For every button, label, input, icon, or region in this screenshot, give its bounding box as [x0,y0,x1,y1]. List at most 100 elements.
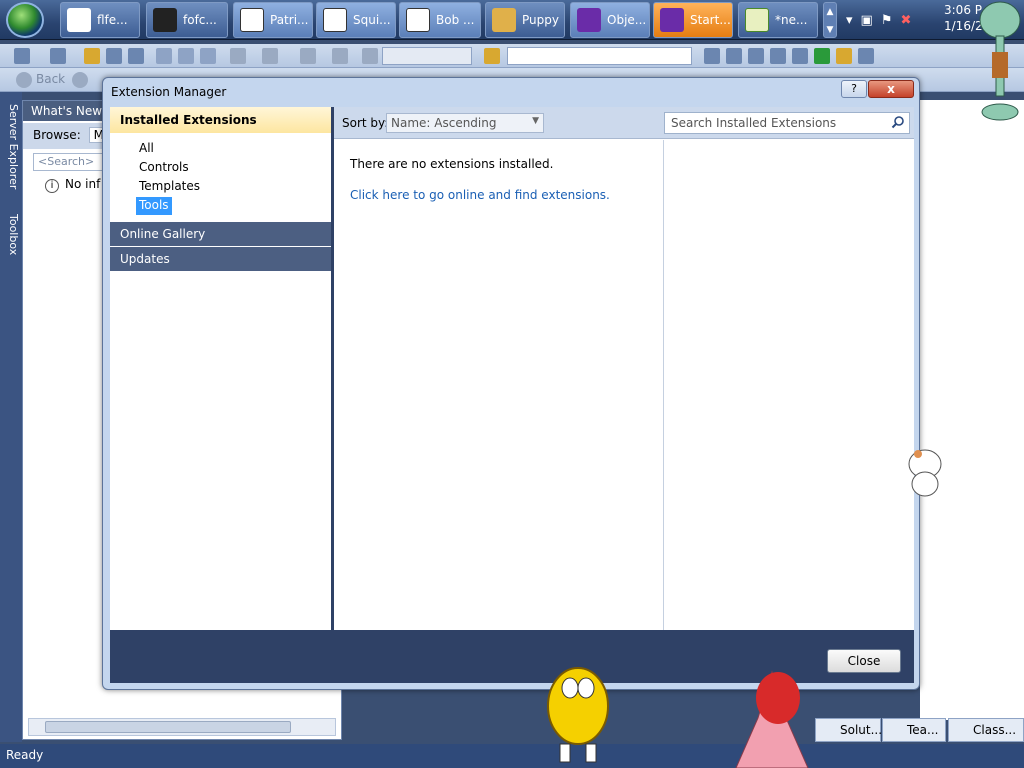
side-tool-tabs: Server Explorer Toolbox [0,92,22,742]
taskbar-button-fofc[interactable]: fofc... [146,2,228,38]
taskbar-button-label: Bob ... [436,13,475,27]
solution-configuration-select[interactable] [382,47,472,65]
navigate-backward-icon[interactable] [300,48,316,64]
paste-icon[interactable] [200,48,216,64]
search-icon[interactable] [891,115,905,129]
taskbar-button-label: flfe... [97,13,128,27]
taskbar-button-label: Start... [690,13,731,27]
close-x-button[interactable]: x [868,80,914,98]
scroll-thumb[interactable] [45,721,291,733]
command-window-icon[interactable] [858,48,874,64]
info-icon: i [45,179,59,193]
forward-arrow-icon[interactable] [72,72,88,88]
yellow-mm-character-icon [547,667,609,763]
close-button[interactable]: Close [827,649,901,673]
dialog-title: Extension Manager [111,85,227,99]
tray-expand-icon[interactable]: ▾ [846,13,853,28]
find-online-link[interactable]: Click here to go online and find extensi… [350,188,610,202]
extension-categories-nav: Installed Extensions All Controls Templa… [110,107,331,630]
find-combo[interactable] [507,47,692,65]
dialog-body: Installed Extensions All Controls Templa… [110,107,914,683]
navigate-forward-icon[interactable] [332,48,348,64]
nav-item-controls[interactable]: Controls [136,159,192,177]
notepad-icon [745,8,769,32]
search-installed-extensions-input[interactable]: Search Installed Extensions [664,112,910,134]
nav-item-all[interactable]: All [136,140,157,158]
nav-item-tools[interactable]: Tools [136,197,172,215]
taskbar-button-bob[interactable]: Bob ... [399,2,481,38]
taskbar-scroll-buttons[interactable]: ▲ ▼ [823,2,837,38]
find-in-files-icon[interactable] [484,48,500,64]
extension-details-pane [665,140,914,630]
taskbar-button-label: *ne... [775,13,808,27]
chevron-down-icon: ▼ [532,116,539,126]
patrick-star-icon [735,670,809,768]
extension-list: There are no extensions installed. Click… [334,140,664,630]
team-explorer-bottom-tab[interactable]: Tea... [882,718,946,742]
object-browser-icon[interactable] [748,48,764,64]
extension-manager-dialog: Extension Manager ? x Installed Extensio… [102,77,920,690]
volume-muted-icon[interactable]: ✖ [900,13,911,28]
taskbar-button-object-browser[interactable]: Obje... [570,2,650,38]
visual-studio-icon [577,8,601,32]
visual-studio-icon [660,8,684,32]
taskbar-button-start-page[interactable]: Start... [653,2,733,38]
nav-item-templates[interactable]: Templates [136,178,203,196]
taskbar-button-label: Patri... [270,13,309,27]
toolbox-icon[interactable] [770,48,786,64]
flag-icon[interactable]: ⚑ [881,13,893,28]
search-placeholder: Search Installed Extensions [671,116,837,130]
undo-icon[interactable] [230,48,246,64]
add-item-icon[interactable] [50,48,66,64]
browse-label: Browse: [33,128,81,142]
start-page-icon[interactable] [814,48,830,64]
back-button-label[interactable]: Back [36,72,65,86]
help-button[interactable]: ? [841,80,867,98]
taskbar-button-puppy[interactable]: Puppy [485,2,565,38]
squidward-icon [979,1,1021,121]
horizontal-scrollbar[interactable] [28,718,336,736]
server-explorer-tab[interactable]: Server Explorer [2,104,20,189]
status-bar: Ready [0,744,1024,768]
new-project-icon[interactable] [14,48,30,64]
taskbar-button-notepad[interactable]: *ne... [738,2,818,38]
hello-kitty-icon [67,8,91,32]
back-arrow-icon[interactable] [16,72,32,88]
content-toolbar: Sort by: Name: Ascending ▼ Search Instal… [334,107,914,139]
nav-online-gallery[interactable]: Online Gallery [110,222,331,246]
window-icon [406,8,430,32]
solution-explorer-icon[interactable] [704,48,720,64]
panel-search-input[interactable]: <Search> [33,153,103,171]
save-all-icon[interactable] [128,48,144,64]
open-file-icon[interactable] [84,48,100,64]
start-button[interactable] [6,2,44,38]
start-debugging-icon[interactable] [362,48,378,64]
window-icon [323,8,347,32]
document-area [920,100,1024,720]
copy-icon[interactable] [178,48,194,64]
no-info-text: No inf [65,177,101,191]
no-info-message: i No inf [45,177,100,193]
cut-icon[interactable] [156,48,172,64]
class-view-bottom-tab[interactable]: Class... [948,718,1024,742]
save-icon[interactable] [106,48,122,64]
sort-by-label: Sort by: [342,116,389,130]
extensions-content: Sort by: Name: Ascending ▼ Search Instal… [334,107,914,630]
sort-by-value: Name: Ascending [391,116,497,130]
badtz-maru-icon [153,8,177,32]
taskbar-button-squidward[interactable]: Squi... [316,2,396,38]
tools-icon[interactable] [792,48,808,64]
redo-icon[interactable] [262,48,278,64]
properties-icon[interactable] [726,48,742,64]
nav-installed-extensions[interactable]: Installed Extensions [110,107,331,133]
nav-updates[interactable]: Updates [110,247,331,271]
window-icon [240,8,264,32]
solution-explorer-bottom-tab[interactable]: Solut... [815,718,882,742]
standard-toolbar [0,44,1024,68]
toolbox-tab[interactable]: Toolbox [2,214,20,255]
taskbar-button-patrick[interactable]: Patri... [233,2,313,38]
taskbar-button-flfe[interactable]: flfe... [60,2,140,38]
extension-manager-icon[interactable] [836,48,852,64]
network-icon[interactable]: ▣ [861,13,873,28]
sort-by-select[interactable]: Name: Ascending ▼ [386,113,544,133]
